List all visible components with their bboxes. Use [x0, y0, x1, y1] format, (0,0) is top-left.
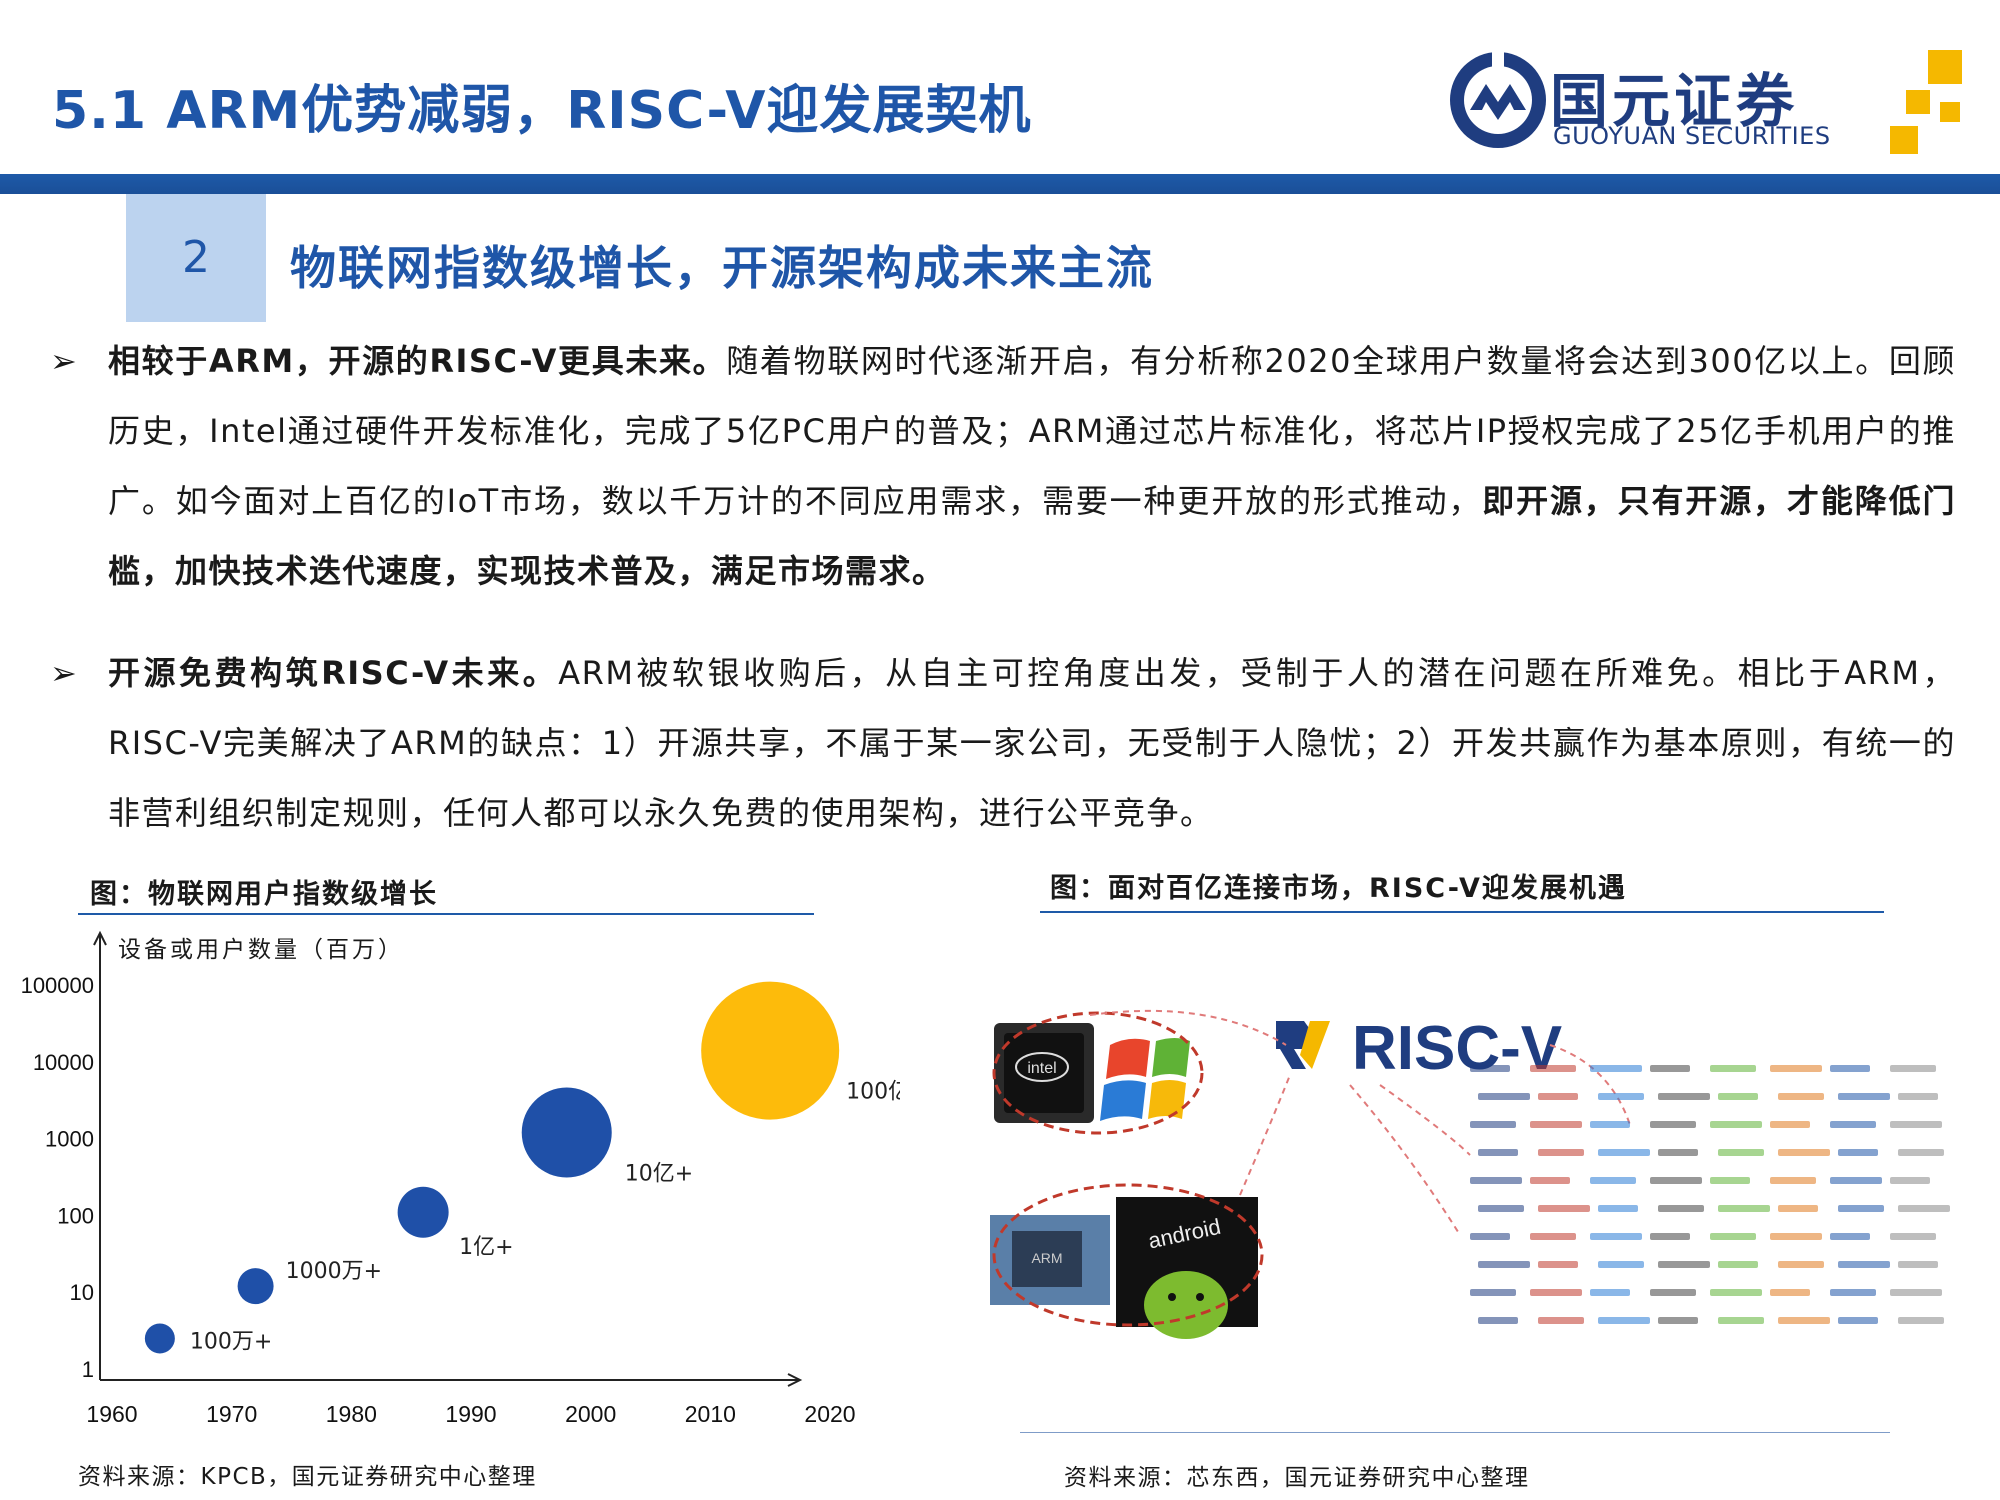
figure-1-source: 资料来源：KPCB，国元证券研究中心整理	[78, 1464, 537, 1490]
svg-text:ARM: ARM	[1031, 1250, 1062, 1266]
y-tick-label: 100	[57, 1203, 94, 1228]
x-tick-label: 2000	[565, 1401, 616, 1425]
x-tick-label: 1980	[326, 1401, 377, 1425]
bullet-paragraph-1: ➢ 相较于ARM，开源的RISC-V更具未来。随着物联网时代逐渐开启，有分析称2…	[50, 326, 1956, 606]
paragraph-1-lead: 相较于ARM，开源的RISC-V更具未来。	[108, 342, 727, 380]
y-tick-label: 10	[70, 1280, 94, 1305]
data-point-bubble	[521, 1087, 612, 1178]
logo-emblem-icon	[1450, 52, 1546, 148]
section-number: 2	[182, 232, 210, 283]
risc-v-ecosystem-image: intel ARM android RISC-V	[990, 1009, 1950, 1339]
risc-v-logo-text: RISC-V	[1352, 1014, 1562, 1083]
data-point-bubble	[397, 1186, 449, 1238]
figure-2-title-rule	[1040, 911, 1884, 913]
x-tick-label: 1960	[86, 1401, 137, 1425]
figure-1-title: 图：物联网用户指数级增长	[90, 879, 438, 910]
y-tick-label: 1	[82, 1357, 94, 1382]
data-point-label: 100万+	[190, 1329, 272, 1354]
windows-logo-icon	[1100, 1038, 1190, 1121]
partner-logo-grid	[1470, 1065, 1950, 1324]
section-heading: 物联网指数级增长，开源架构成未来主流	[290, 241, 1154, 295]
paragraph-2-lead: 开源免费构筑RISC-V未来。	[108, 654, 559, 692]
logo-gold-squares-icon	[1890, 50, 1962, 154]
x-tick-label: 2010	[685, 1401, 736, 1425]
intel-chip-icon: intel	[994, 1023, 1094, 1123]
figure-2-title: 图：面对百亿连接市场，RISC-V迎发展机遇	[1050, 873, 1627, 904]
data-point-bubble	[237, 1268, 274, 1305]
y-tick-label: 10000	[33, 1050, 94, 1075]
figure-1-title-rule	[78, 913, 814, 915]
x-tick-label: 1970	[206, 1401, 257, 1425]
data-point-label: 1000万+	[286, 1259, 382, 1284]
data-point-label: 10亿+	[625, 1162, 693, 1187]
bullet-arrow-icon: ➢	[50, 342, 79, 380]
page-title: 5.1 ARM优势减弱，RISC-V迎发展契机	[52, 81, 1032, 141]
data-point-bubble	[144, 1323, 175, 1354]
iot-growth-chart: 1960 1970 1980 1990 2000 2010 2020 100000 10000 1…	[21, 930, 900, 1425]
bullet-arrow-icon: ➢	[50, 654, 79, 692]
x-tick-label: 1990	[445, 1401, 496, 1425]
data-point-bubble	[701, 981, 840, 1120]
intel-chip-label: intel	[1027, 1060, 1056, 1077]
logo-english-text: GUOYUAN SECURITIES	[1553, 122, 1831, 150]
header-divider	[0, 174, 2000, 194]
x-tick-label: 2020	[804, 1401, 855, 1425]
y-tick-label: 1000	[45, 1127, 94, 1152]
y-tick-label: 100000	[21, 973, 94, 998]
bullet-paragraph-2: ➢ 开源免费构筑RISC-V未来。ARM被软银收购后，从自主可控角度出发，受制于…	[50, 638, 1956, 848]
figure-2-source: 资料来源：芯东西，国元证券研究中心整理	[1064, 1465, 1530, 1491]
data-point-label: 100亿+	[846, 1080, 900, 1105]
figure-2-bottom-rule	[1020, 1432, 1890, 1433]
arm-chip-icon: ARM	[990, 1215, 1110, 1305]
data-point-label: 1亿+	[459, 1235, 513, 1260]
